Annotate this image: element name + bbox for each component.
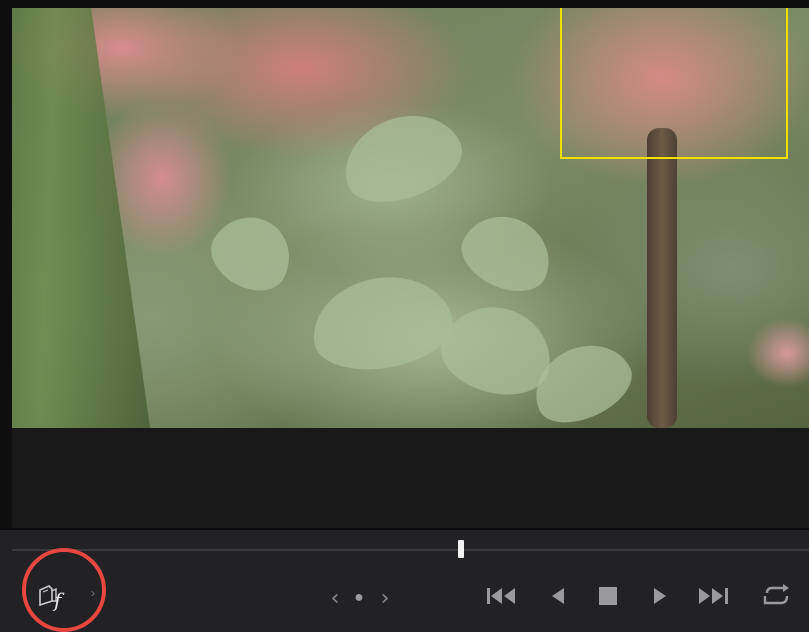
skip-to-start-button[interactable] xyxy=(484,584,522,608)
stop-button[interactable] xyxy=(594,584,622,608)
playhead-handle[interactable] xyxy=(458,540,464,558)
region-of-interest-box[interactable] xyxy=(560,8,788,159)
leaf-shape xyxy=(305,266,459,380)
prev-keyframe-button[interactable]: ‹ xyxy=(326,584,344,612)
skip-to-end-button[interactable] xyxy=(694,584,732,608)
viewer-letterbox xyxy=(12,428,809,528)
transport-divider xyxy=(0,528,809,530)
viewer-frame[interactable] xyxy=(12,8,809,428)
plant-stem xyxy=(647,128,677,428)
skip-to-start-icon xyxy=(487,588,515,604)
leaf-shape xyxy=(331,99,473,217)
camera-f-button[interactable]: f xyxy=(36,574,88,618)
camera-f-icon: f xyxy=(36,581,76,611)
transport-bar xyxy=(0,528,809,632)
skip-to-end-icon xyxy=(699,588,728,604)
foliage-shape xyxy=(12,8,155,428)
svg-text:f: f xyxy=(52,588,65,611)
stop-icon xyxy=(599,587,617,605)
leaf-shape xyxy=(199,202,305,304)
scrubber-track[interactable] xyxy=(12,549,809,551)
keyframe-dot-button[interactable]: ● xyxy=(350,586,368,610)
loop-button[interactable] xyxy=(758,582,794,610)
loop-icon xyxy=(763,584,789,605)
next-keyframe-button[interactable]: › xyxy=(376,584,394,612)
leaf-shape xyxy=(451,202,563,304)
play-icon xyxy=(654,588,666,604)
play-reverse-icon xyxy=(552,588,564,604)
play-button[interactable] xyxy=(646,584,674,608)
step-back-button[interactable] xyxy=(544,584,572,608)
chevron-right-icon[interactable]: › xyxy=(91,586,95,600)
